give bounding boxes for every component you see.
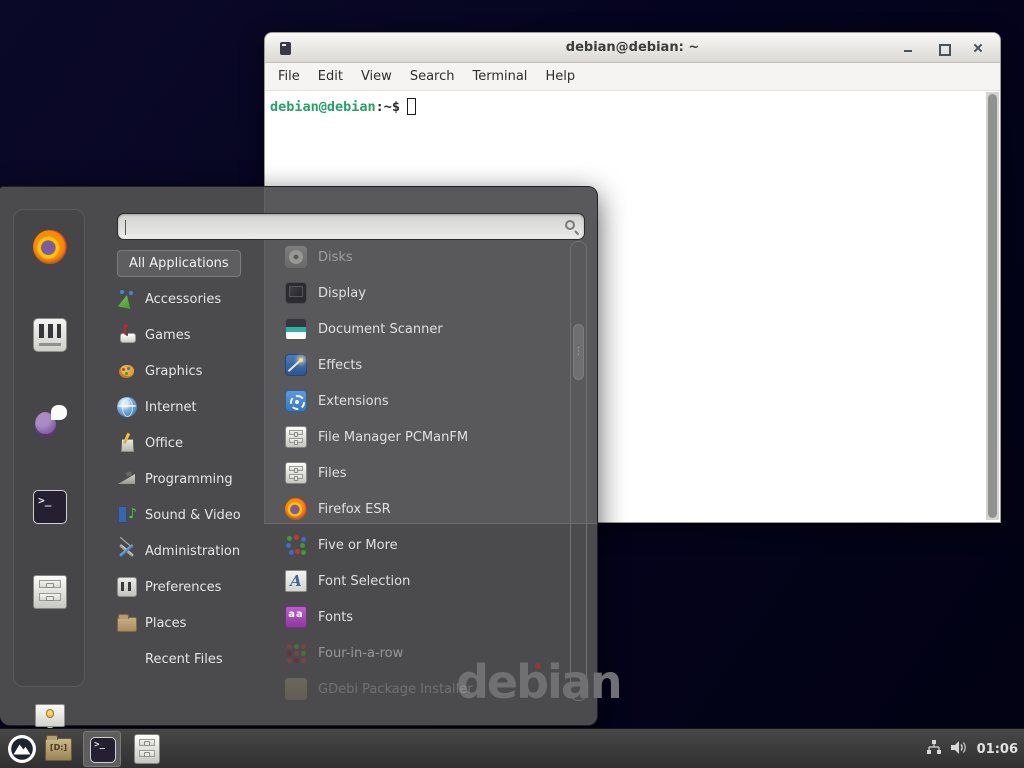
category-item-accessories[interactable]: Accessories (112, 281, 268, 317)
menu-file[interactable]: File (269, 65, 309, 88)
category-item-administration[interactable]: Administration (112, 533, 268, 569)
terminal-scrollbar-thumb[interactable] (988, 94, 997, 518)
prompt-path: :~$ (376, 99, 400, 115)
home-folder-launcher[interactable]: [D:] (45, 738, 72, 761)
favorites-sidebar: >_ (13, 209, 85, 687)
terminal-icon[interactable]: >_ (33, 490, 67, 524)
fonts-icon: aa (285, 606, 307, 628)
games-icon (117, 325, 137, 345)
document-scanner-icon (285, 318, 307, 340)
terminal-menubar: File Edit View Search Terminal Help (265, 63, 1000, 91)
terminal-titlebar[interactable]: debian@debian: ~ (265, 33, 1000, 63)
search-icon (565, 220, 575, 230)
app-item-extensions[interactable]: Extensions (285, 383, 567, 419)
effects-icon (285, 354, 307, 376)
firefox-icon[interactable] (33, 230, 67, 264)
category-item-sound-video[interactable]: Sound & Video (112, 497, 268, 533)
file-cabinet-icon (285, 426, 307, 448)
preferences-icon (117, 577, 137, 597)
font-selection-icon: A (285, 570, 307, 592)
close-button[interactable] (972, 42, 984, 54)
sound-video-icon (117, 505, 137, 525)
category-list: All Applications Accessories Games Graph… (112, 245, 268, 677)
display-icon (285, 282, 307, 304)
programming-icon (117, 469, 137, 489)
app-item-fonts[interactable]: aa Fonts (285, 599, 567, 635)
app-item-four-in-a-row[interactable]: Four-in-a-row (285, 635, 567, 671)
firefox-icon (285, 498, 307, 520)
menu-search[interactable]: Search (401, 65, 464, 88)
app-item-disks[interactable]: Disks (285, 239, 567, 275)
category-item-places[interactable]: Places (112, 605, 268, 641)
application-menu: debian >_ All Applications Accessories G… (0, 186, 598, 726)
file-cabinet-icon[interactable] (33, 575, 67, 609)
terminal-scrollbar[interactable] (986, 92, 999, 520)
maximize-button[interactable] (937, 42, 949, 54)
menu-terminal[interactable]: Terminal (463, 65, 536, 88)
prompt-user-host: debian@debian (270, 99, 376, 115)
places-icon (117, 617, 137, 632)
app-item-effects[interactable]: Effects (285, 347, 567, 383)
folder-emblem: [D:] (46, 743, 71, 752)
selected-category-pill: All Applications (117, 250, 241, 277)
menu-help[interactable]: Help (536, 65, 584, 88)
category-item-all-applications[interactable]: All Applications (112, 245, 268, 281)
clock[interactable]: 01:06 (977, 742, 1018, 757)
four-in-a-row-icon (285, 642, 307, 664)
minimize-button[interactable] (902, 42, 914, 54)
category-item-programming[interactable]: Programming (112, 461, 268, 497)
menu-scrollbar-thumb[interactable]: ⋮ (573, 324, 584, 380)
category-item-graphics[interactable]: Graphics (112, 353, 268, 389)
terminal-window-title: debian@debian: ~ (265, 40, 1000, 55)
app-item-files[interactable]: Files (285, 455, 567, 491)
menu-button[interactable] (7, 734, 37, 764)
shell-prompt: debian@debian:~$ (270, 98, 416, 115)
taskbar: [D:] >_ 01:06 (0, 728, 1024, 768)
disks-icon (285, 246, 307, 268)
application-list: Disks Display Document Scanner Effects E… (285, 239, 567, 707)
menu-edit[interactable]: Edit (309, 65, 352, 88)
search-input[interactable] (126, 216, 556, 237)
terminal-launcher-active[interactable]: >_ (83, 731, 121, 767)
gdebi-icon (285, 678, 307, 700)
menu-view[interactable]: View (352, 65, 401, 88)
menu-scrollbar[interactable]: ⋮ (570, 241, 587, 701)
app-item-five-or-more[interactable]: Five or More (285, 527, 567, 563)
app-item-display[interactable]: Display (285, 275, 567, 311)
pidgin-icon[interactable] (33, 404, 67, 438)
app-item-gdebi-package-installer[interactable]: GDebi Package Installer (285, 671, 567, 707)
terminal-cursor (407, 98, 416, 115)
graphics-icon (117, 361, 137, 381)
category-item-recent-files[interactable]: Recent Files (112, 641, 268, 677)
internet-icon (117, 397, 137, 417)
network-icon[interactable] (926, 740, 942, 759)
file-manager-launcher[interactable] (134, 734, 160, 764)
terminal-icon: >_ (90, 737, 116, 763)
menu-search-box[interactable] (117, 213, 585, 240)
app-item-firefox-esr[interactable]: Firefox ESR (285, 491, 567, 527)
administration-icon (117, 541, 137, 561)
mixer-icon[interactable] (33, 318, 67, 352)
category-item-preferences[interactable]: Preferences (112, 569, 268, 605)
category-item-internet[interactable]: Internet (112, 389, 268, 425)
category-item-office[interactable]: Office (112, 425, 268, 461)
volume-icon[interactable] (951, 740, 968, 759)
extensions-icon (285, 390, 307, 412)
category-item-games[interactable]: Games (112, 317, 268, 353)
five-or-more-icon (285, 534, 307, 556)
app-item-font-selection[interactable]: A Font Selection (285, 563, 567, 599)
app-item-file-manager-pcmanfm[interactable]: File Manager PCManFM (285, 419, 567, 455)
office-icon (117, 433, 137, 453)
file-cabinet-icon (285, 462, 307, 484)
accessories-icon (117, 289, 137, 309)
app-item-document-scanner[interactable]: Document Scanner (285, 311, 567, 347)
system-tray: 01:06 (926, 729, 1018, 768)
